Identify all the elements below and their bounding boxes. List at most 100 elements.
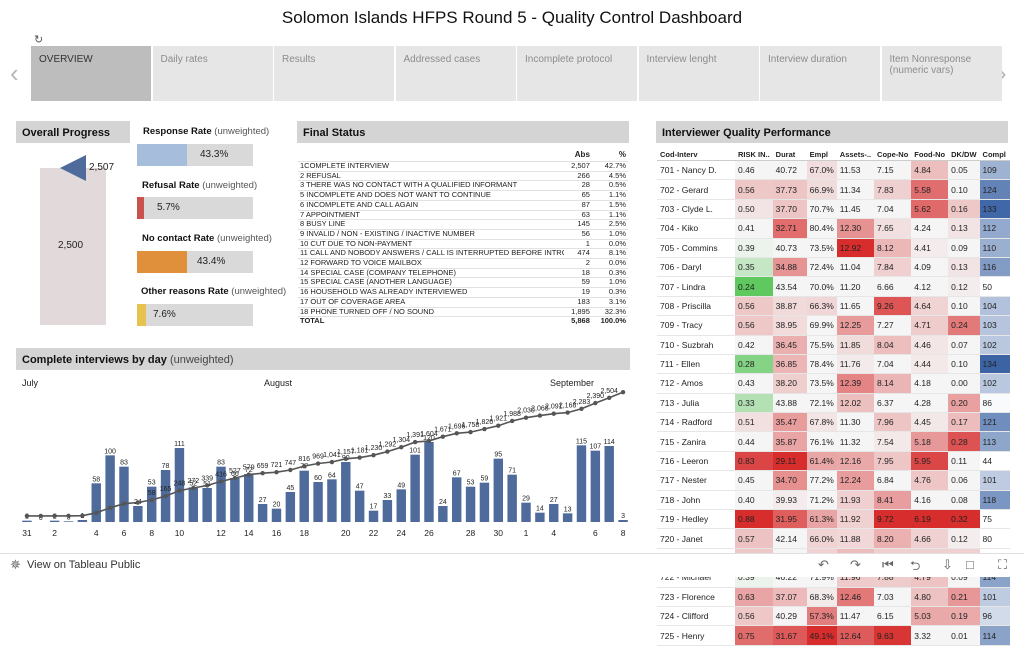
interviewer-row[interactable]: 719 - Hedley 0.88 31.95 61.3% 11.92 9.72 6.19 0… bbox=[657, 509, 1010, 530]
tab-results[interactable]: Results bbox=[274, 46, 394, 101]
cumulative-point[interactable] bbox=[579, 406, 584, 411]
column-header[interactable]: DK/DW bbox=[948, 148, 980, 161]
interviewer-row[interactable]: 707 - Lindra 0.24 43.54 70.0% 11.20 6.66 4.12 0… bbox=[657, 276, 1010, 297]
cumulative-point[interactable] bbox=[371, 452, 376, 458]
column-header[interactable]: Cod-Interv bbox=[657, 148, 735, 161]
interviewer-row[interactable]: 724 - Clifford 0.56 40.29 57.3% 11.47 6.15 5.0… bbox=[657, 606, 1010, 627]
cumulative-point[interactable] bbox=[177, 488, 182, 493]
interviewer-row[interactable]: 702 - Gerard 0.56 37.73 66.9% 11.34 7.83 5.58 0… bbox=[657, 179, 1010, 200]
cumulative-point[interactable] bbox=[24, 513, 30, 519]
column-header[interactable]: Cope-No bbox=[874, 148, 912, 161]
daily-bar[interactable] bbox=[63, 521, 74, 522]
cumulative-point[interactable] bbox=[163, 493, 168, 499]
daily-bar[interactable] bbox=[451, 477, 462, 522]
daily-bar[interactable] bbox=[257, 504, 268, 522]
cumulative-point[interactable] bbox=[509, 418, 515, 424]
daily-bar[interactable] bbox=[618, 520, 628, 522]
cumulative-point[interactable] bbox=[302, 463, 307, 469]
daily-bar[interactable] bbox=[438, 506, 448, 522]
cumulative-point[interactable] bbox=[288, 467, 293, 473]
interviewer-row[interactable]: 712 - Amos 0.43 38.20 73.5% 12.39 8.14 4.18 0.0… bbox=[657, 373, 1010, 394]
column-header[interactable]: Food-No bbox=[911, 148, 949, 161]
cumulative-point[interactable] bbox=[607, 395, 612, 400]
daily-bar[interactable] bbox=[105, 455, 115, 522]
daily-bar[interactable] bbox=[465, 486, 476, 522]
interviewer-row[interactable]: 710 - Suzbrah 0.42 36.45 75.5% 11.85 8.04 4.46… bbox=[657, 335, 1010, 355]
refresh-icon[interactable]: ↻ bbox=[34, 33, 43, 46]
cumulative-point[interactable] bbox=[482, 426, 487, 432]
daily-bar[interactable] bbox=[507, 474, 517, 522]
cumulative-point[interactable] bbox=[218, 479, 224, 484]
interviewer-row[interactable]: 708 - Priscilla 0.56 38.87 66.3% 11.65 9.26 4.… bbox=[657, 296, 1010, 317]
daily-bar[interactable] bbox=[368, 510, 379, 522]
interviewer-row[interactable]: 716 - Leeron 0.83 29.11 61.4% 12.16 7.95 5.95 0… bbox=[657, 451, 1010, 472]
daily-bar[interactable] bbox=[91, 483, 101, 522]
tab-interview-lenght[interactable]: Interview lenght bbox=[638, 46, 759, 101]
daily-bar[interactable] bbox=[410, 454, 420, 522]
daily-bar[interactable] bbox=[590, 450, 601, 522]
interviewer-row[interactable]: 704 - Kiko 0.41 32.71 80.4% 12.30 7.65 4.24 0.1… bbox=[657, 218, 1010, 239]
cumulative-point[interactable] bbox=[80, 513, 85, 518]
undo-icon[interactable]: ↶ bbox=[818, 557, 829, 573]
daily-bar[interactable] bbox=[313, 482, 323, 522]
cumulative-point[interactable] bbox=[399, 444, 404, 450]
daily-bar[interactable] bbox=[562, 513, 573, 522]
cumulative-point[interactable] bbox=[454, 431, 459, 436]
interviewer-row[interactable]: 723 - Florence 0.63 37.07 68.3% 12.46 7.03 4.8… bbox=[657, 587, 1010, 607]
interviewer-row[interactable]: 706 - Daryl 0.35 34.88 72.4% 11.04 7.84 4.09 0.… bbox=[657, 257, 1010, 278]
cumulative-point[interactable] bbox=[107, 505, 113, 511]
cumulative-point[interactable] bbox=[149, 497, 154, 503]
interviewer-row[interactable]: 718 - John 0.40 39.93 71.2% 11.93 8.41 4.16 0.0… bbox=[657, 490, 1010, 511]
interviewer-row[interactable]: 705 - Commins 0.39 40.73 73.5% 12.92 8.12 4.41… bbox=[657, 238, 1010, 258]
cumulative-point[interactable] bbox=[94, 510, 99, 515]
daily-bar[interactable] bbox=[188, 487, 199, 522]
daily-bar[interactable] bbox=[382, 500, 393, 522]
cumulative-point[interactable] bbox=[385, 449, 390, 454]
tab-overview[interactable]: OVERVIEW bbox=[31, 46, 151, 101]
cumulative-point[interactable] bbox=[52, 513, 57, 519]
daily-bar[interactable] bbox=[202, 488, 212, 522]
daily-bar[interactable] bbox=[133, 506, 143, 522]
tab-daily-rates[interactable]: Daily rates bbox=[152, 46, 273, 101]
cumulative-point[interactable] bbox=[204, 483, 210, 488]
download-icon[interactable]: ⇩ bbox=[942, 557, 953, 573]
daily-bar[interactable] bbox=[576, 445, 587, 522]
daily-bar[interactable] bbox=[535, 512, 545, 522]
cumulative-point[interactable] bbox=[315, 461, 321, 466]
daily-bar[interactable] bbox=[77, 520, 88, 522]
tab-interview-duration[interactable]: Interview duration bbox=[760, 46, 880, 101]
interviewer-row[interactable]: 711 - Ellen 0.28 36.85 78.4% 11.76 7.04 4.44 0.… bbox=[657, 354, 1010, 375]
daily-bar[interactable] bbox=[424, 442, 434, 522]
column-header[interactable]: Durat bbox=[772, 148, 807, 161]
daily-bar[interactable] bbox=[604, 446, 614, 522]
daily-bar[interactable] bbox=[549, 504, 559, 522]
tabs-prev-arrow-icon[interactable]: ‹ bbox=[10, 58, 19, 89]
cumulative-point[interactable] bbox=[274, 470, 279, 475]
column-header[interactable]: RISK IN.. bbox=[735, 148, 773, 161]
cumulative-point[interactable] bbox=[246, 472, 251, 477]
tab-item-nonresponse[interactable]: Item Nonresponse (numeric vars) bbox=[881, 46, 1002, 101]
cumulative-point[interactable] bbox=[537, 413, 543, 418]
cumulative-point[interactable] bbox=[551, 411, 556, 416]
comment-icon[interactable]: □ bbox=[966, 557, 974, 572]
interviewer-row[interactable]: 713 - Julia 0.33 43.88 72.1% 12.02 6.37 4.28 0.… bbox=[657, 393, 1010, 414]
daily-bar[interactable] bbox=[22, 520, 32, 522]
redo-icon[interactable]: ↷ bbox=[850, 557, 861, 573]
view-on-tableau-link[interactable]: View on Tableau Public bbox=[27, 559, 140, 571]
cumulative-point[interactable] bbox=[38, 513, 43, 519]
daily-bar[interactable] bbox=[230, 478, 240, 522]
cumulative-point[interactable] bbox=[66, 513, 71, 519]
cumulative-point[interactable] bbox=[523, 415, 529, 420]
tab-addressed-cases[interactable]: Addressed cases bbox=[395, 46, 516, 101]
daily-bar[interactable] bbox=[327, 479, 337, 522]
daily-bar[interactable] bbox=[341, 462, 351, 522]
daily-bar[interactable] bbox=[49, 520, 60, 522]
column-header[interactable]: Empl bbox=[806, 148, 837, 161]
cumulative-point[interactable] bbox=[440, 434, 446, 439]
interviewer-row[interactable]: 725 - Henry 0.75 31.67 49.1% 12.64 9.63 3.32 0.… bbox=[657, 625, 1010, 646]
interviewer-row[interactable]: 714 - Radford 0.51 35.47 67.8% 11.30 7.96 4.45… bbox=[657, 412, 1010, 433]
cumulative-point[interactable] bbox=[426, 438, 432, 444]
daily-bar[interactable] bbox=[493, 458, 504, 522]
daily-bar[interactable] bbox=[119, 466, 129, 522]
interviewer-row[interactable]: 717 - Nester 0.45 34.70 77.2% 12.24 6.84 4.76 0… bbox=[657, 470, 1010, 491]
